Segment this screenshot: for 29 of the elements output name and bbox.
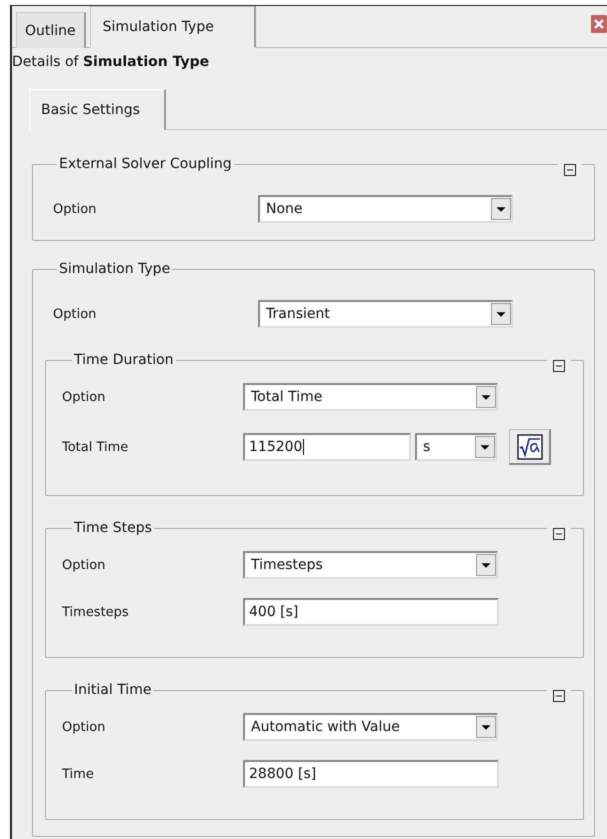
close-icon[interactable] [591,15,607,33]
field-label: Timesteps [62,604,130,620]
settings-tab[interactable]: Basic Settings [29,89,166,130]
group-title: Initial Time [73,682,152,698]
field-label: Option [53,306,98,322]
group-title: Time Steps [73,520,153,536]
field-label: Option [62,558,106,572]
option-dropdown[interactable]: Automatic with Value [243,713,498,741]
group-title: Simulation Type [58,261,172,277]
field-label: Time [62,766,95,782]
field-label: Option [53,202,98,216]
value-field[interactable]: 400 [s] [243,598,499,626]
option-dropdown[interactable]: Timesteps [243,551,498,579]
value-field[interactable]: 115200 [243,433,411,461]
expression-icon [516,434,542,460]
option-dropdown[interactable]: Total Time [243,383,498,411]
option-dropdown[interactable]: Transient [258,300,513,328]
panel-tab[interactable]: Outline [16,12,86,48]
panel-tab[interactable]: Simulation Type [90,6,256,48]
option-dropdown[interactable]: None [258,195,513,223]
expression-button[interactable] [509,429,551,465]
group-title: Time Duration [73,352,175,368]
unit-dropdown[interactable]: s [415,433,497,461]
group-title: External Solver Coupling [58,156,233,172]
field-label: Option [62,390,106,404]
value-field[interactable]: 28800 [s] [243,760,499,788]
field-label: Option [62,720,106,734]
details-heading: Details of Simulation Type [12,53,210,72]
field-label: Total Time [62,440,130,454]
